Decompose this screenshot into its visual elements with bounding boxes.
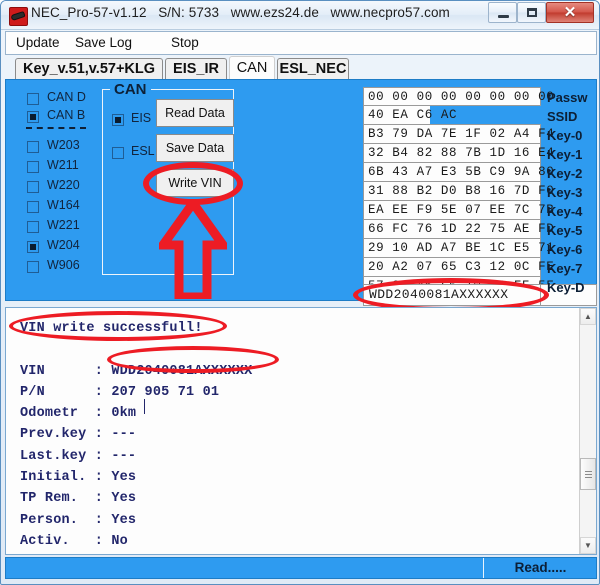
status-message: [6, 558, 484, 578]
key-data-row[interactable]: 32 B4 82 88 7B 1D 16 E4: [363, 144, 554, 163]
checkbox-eis[interactable]: [112, 114, 124, 126]
window-title: NEC_Pro-57-v1.12 S/N: 5733 www.ezs24.de …: [31, 5, 450, 20]
tab-esl-nec[interactable]: ESL_NEC: [277, 58, 349, 80]
key-data-row-label: Key-1: [547, 147, 583, 162]
read-data-button[interactable]: Read Data: [156, 99, 234, 127]
key-data-row-label: Key-5: [547, 223, 583, 238]
divider: [26, 127, 86, 129]
checkbox-w164[interactable]: [27, 201, 39, 213]
checkbox-w906[interactable]: [27, 261, 39, 273]
key-data-row-label: Key-2: [547, 166, 583, 181]
status-action: Read.....: [514, 560, 567, 575]
write-vin-button[interactable]: Write VIN: [156, 169, 234, 197]
checkbox-w221-label: W221: [47, 218, 80, 232]
key-data-row[interactable]: 40 EA C6 AC: [363, 106, 541, 125]
key-data-row[interactable]: 6B 43 A7 E3 5B C9 9A 80: [363, 163, 554, 182]
menu-item-update[interactable]: Update: [13, 35, 63, 50]
log-scrollbar[interactable]: ▲ ▼: [579, 308, 596, 554]
menu-item-save-log[interactable]: Save Log: [72, 35, 135, 50]
key-data-row[interactable]: 29 10 AD A7 BE 1C E5 71: [363, 239, 554, 258]
close-icon: ✕: [563, 4, 577, 21]
key-data-row-label: SSID: [547, 109, 578, 124]
checkbox-w211[interactable]: [27, 161, 39, 173]
minimize-button[interactable]: [488, 2, 517, 23]
checkbox-w906-label: W906: [47, 258, 80, 272]
checkbox-w203-label: W203: [47, 138, 80, 152]
scroll-down-icon[interactable]: ▼: [580, 537, 596, 554]
text-caret: [144, 399, 145, 414]
key-data-row[interactable]: 66 FC 76 1D 22 75 AE FD: [363, 220, 554, 239]
checkbox-w220[interactable]: [27, 181, 39, 193]
title-bar: NEC_Pro-57-v1.12 S/N: 5733 www.ezs24.de …: [1, 1, 599, 30]
checkbox-can-d[interactable]: [27, 93, 39, 105]
tab-strip: Key_v.51,v.57+KLG EIS_IR CAN ESL_NEC: [5, 56, 597, 80]
checkbox-w220-label: W220: [47, 178, 80, 192]
close-button[interactable]: ✕: [546, 2, 594, 23]
scroll-up-icon[interactable]: ▲: [580, 308, 596, 325]
checkbox-can-d-label: CAN D: [47, 90, 86, 104]
key-data-row[interactable]: B3 79 DA 7E 1F 02 A4 F4: [363, 125, 554, 144]
checkbox-w164-label: W164: [47, 198, 80, 212]
checkbox-can-b[interactable]: [27, 111, 39, 123]
checkbox-esl-label: ESL: [131, 144, 155, 158]
save-data-button[interactable]: Save Data: [156, 134, 234, 162]
key-data-table: 00 00 00 00 00 00 00 00 40 EA C6 AC B3 79 …: [363, 87, 554, 296]
key-data-row[interactable]: 31 88 B2 D0 B8 16 7D F0: [363, 182, 554, 201]
menu-bar: Update Save Log Stop: [5, 31, 597, 55]
key-data-row-label: Key-D: [547, 280, 585, 295]
key-data-row-label: Key-4: [547, 204, 583, 219]
checkbox-w211-label: W211: [47, 158, 79, 172]
checkbox-w204[interactable]: [27, 241, 39, 253]
checkbox-w221[interactable]: [27, 221, 39, 233]
app-logo-icon: [9, 7, 28, 26]
key-data-row[interactable]: 20 A2 07 65 C3 12 0C FE: [363, 258, 554, 277]
checkbox-can-b-label: CAN B: [47, 108, 86, 122]
key-data-row-label: Key-0: [547, 128, 583, 143]
maximize-button[interactable]: [517, 2, 546, 23]
tab-can[interactable]: CAN: [229, 56, 275, 80]
key-data-row[interactable]: EA EE F9 5E 07 EE 7C 7B: [363, 201, 554, 220]
checkbox-w204-label: W204: [47, 238, 80, 252]
key-data-row[interactable]: 00 00 00 00 00 00 00 00: [363, 87, 554, 106]
key-data-row-label: Passw: [547, 90, 588, 105]
checkbox-w203[interactable]: [27, 141, 39, 153]
log-output-area[interactable]: VIN write successfull! VIN : WDD2040081A…: [5, 307, 597, 555]
menu-item-stop[interactable]: Stop: [168, 35, 202, 50]
tab-eis-ir[interactable]: EIS_IR: [165, 58, 227, 80]
key-data-row-label: Key-3: [547, 185, 583, 200]
can-group-title: CAN: [110, 81, 151, 98]
vin-input[interactable]: WDD2040081AXXXXXX: [363, 284, 541, 306]
key-data-row-label: Key-7: [547, 261, 583, 276]
log-text: VIN write successfull! VIN : WDD2040081A…: [20, 321, 253, 549]
scrollbar-thumb[interactable]: [580, 458, 596, 490]
key-data-row-label: Key-6: [547, 242, 583, 257]
status-bar: Read.....: [5, 557, 597, 579]
checkbox-eis-label: EIS: [131, 111, 152, 125]
application-window: NEC_Pro-57-v1.12 S/N: 5733 www.ezs24.de …: [0, 0, 600, 585]
tab-key-v51-v57-klg[interactable]: Key_v.51,v.57+KLG: [15, 58, 163, 80]
checkbox-esl[interactable]: [112, 147, 124, 159]
